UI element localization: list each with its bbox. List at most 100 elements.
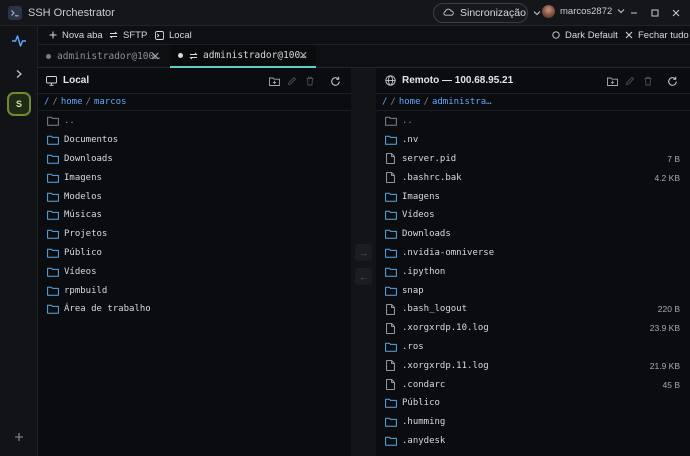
- new-folder-icon[interactable]: [267, 74, 281, 88]
- folder-icon: [384, 135, 397, 146]
- item-name: Músicas: [64, 210, 102, 221]
- toolbar: Nova aba SFTP Local Dark Default Fechar …: [38, 26, 690, 45]
- sync-button[interactable]: Sincronização: [433, 3, 541, 23]
- folder-row[interactable]: .ipython: [384, 262, 690, 281]
- breadcrumb-root[interactable]: /: [382, 97, 387, 107]
- file-row[interactable]: .bashrc.bak 4.2 KB: [384, 168, 690, 187]
- file-row[interactable]: .xorgxrdp.10.log 23.9 KB: [384, 319, 690, 338]
- file-row[interactable]: .bash_logout 220 B: [384, 300, 690, 319]
- folder-row[interactable]: Documentos: [46, 131, 351, 150]
- sftp-label: SFTP: [123, 29, 148, 41]
- item-name: server.pid: [402, 153, 457, 164]
- folder-row[interactable]: .humming: [384, 413, 690, 432]
- folder-row[interactable]: Downloads: [384, 225, 690, 244]
- folder-row[interactable]: Projetos: [46, 225, 351, 244]
- folder-row[interactable]: .nv: [384, 131, 690, 150]
- maximize-icon: [651, 9, 659, 17]
- item-name: .bashrc.bak: [402, 172, 462, 183]
- sftp-button[interactable]: SFTP: [109, 30, 147, 41]
- theme-button[interactable]: Dark Default: [552, 30, 618, 41]
- file-row[interactable]: .xorgxrdp.11.log 21.9 KB: [384, 356, 690, 375]
- folder-row[interactable]: Vídeos: [46, 262, 351, 281]
- remote-breadcrumb: / / home / administra…: [376, 94, 690, 111]
- breadcrumb-root[interactable]: /: [44, 97, 49, 107]
- session-badge[interactable]: S: [7, 92, 31, 116]
- close-icon: [625, 31, 633, 39]
- download-button[interactable]: ←: [355, 268, 372, 285]
- folder-row[interactable]: rpmbuild: [46, 281, 351, 300]
- folder-row[interactable]: Imagens: [384, 187, 690, 206]
- theme-label: Dark Default: [565, 29, 618, 41]
- parent-dir-row[interactable]: ..: [46, 112, 351, 131]
- close-tab-icon[interactable]: ✕: [299, 49, 308, 62]
- folder-row[interactable]: snap: [384, 281, 690, 300]
- local-pane-title: Local: [63, 75, 90, 86]
- chevron-right-icon: [16, 70, 22, 78]
- breadcrumb-current[interactable]: administra…: [432, 97, 492, 107]
- file-icon: [384, 304, 397, 315]
- item-name: rpmbuild: [64, 285, 108, 296]
- folder-icon: [384, 229, 397, 240]
- close-all-button[interactable]: Fechar tudo: [625, 30, 689, 41]
- tab-session-2[interactable]: administrador@100… ✕: [170, 45, 316, 68]
- rename-icon[interactable]: [285, 74, 299, 88]
- remote-pane-header: Remoto — 100.68.95.21: [376, 68, 690, 94]
- item-name: .humming: [402, 417, 446, 428]
- local-file-list: .. Documentos Downloads Imagens Modelos Músic…: [38, 111, 351, 319]
- item-name: .condarc: [402, 379, 446, 390]
- trash-icon[interactable]: [303, 74, 317, 88]
- breadcrumb-sep: /: [85, 97, 91, 107]
- folder-row[interactable]: .anydesk: [384, 432, 690, 451]
- folder-row[interactable]: Downloads: [46, 150, 351, 169]
- new-tab-button[interactable]: Nova aba: [49, 30, 103, 41]
- folder-row[interactable]: Público: [384, 394, 690, 413]
- breadcrumb-sep: /: [52, 97, 58, 107]
- folder-row[interactable]: Modelos: [46, 187, 351, 206]
- folder-row[interactable]: Área de trabalho: [46, 300, 351, 319]
- file-icon: [384, 379, 397, 390]
- folder-icon: [384, 116, 397, 127]
- item-name: Downloads: [64, 153, 113, 164]
- transfer-icon: [189, 52, 198, 59]
- close-tab-icon[interactable]: ✕: [151, 50, 160, 63]
- refresh-icon[interactable]: [328, 74, 342, 88]
- tab-session-1[interactable]: administrador@100… ✕: [38, 45, 168, 68]
- sidebar: S: [0, 26, 38, 456]
- folder-icon: [46, 135, 59, 146]
- file-row[interactable]: server.pid 7 B: [384, 150, 690, 169]
- expand-sidebar-button[interactable]: [9, 64, 29, 84]
- close-icon: [672, 9, 680, 17]
- file-row[interactable]: .condarc 45 B: [384, 375, 690, 394]
- rename-icon[interactable]: [623, 74, 637, 88]
- folder-row[interactable]: .ros: [384, 338, 690, 357]
- local-pane: Local / / home / marcos .. Documentos Down…: [38, 68, 351, 456]
- new-folder-icon[interactable]: [605, 74, 619, 88]
- item-size: 220 B: [657, 304, 680, 315]
- trash-icon[interactable]: [641, 74, 655, 88]
- add-session-button[interactable]: [9, 427, 29, 447]
- folder-row[interactable]: Imagens: [46, 168, 351, 187]
- folder-row[interactable]: Vídeos: [384, 206, 690, 225]
- folder-row[interactable]: Público: [46, 244, 351, 263]
- local-button[interactable]: Local: [155, 30, 192, 41]
- minimize-icon: [631, 12, 637, 14]
- breadcrumb-home[interactable]: home: [399, 97, 421, 107]
- folder-row[interactable]: Músicas: [46, 206, 351, 225]
- item-name: .nvidia-omniverse: [402, 247, 495, 258]
- breadcrumb-home[interactable]: home: [61, 97, 83, 107]
- breadcrumb-current[interactable]: marcos: [94, 97, 127, 107]
- refresh-icon[interactable]: [665, 74, 679, 88]
- tab-bar: administrador@100… ✕ administrador@100… …: [38, 45, 690, 68]
- close-window-button[interactable]: [664, 0, 688, 26]
- upload-button[interactable]: →: [355, 244, 372, 261]
- user-menu[interactable]: marcos2872: [542, 5, 625, 18]
- parent-dir-row[interactable]: ..: [384, 112, 690, 131]
- new-tab-label: Nova aba: [62, 29, 103, 41]
- plus-icon: [49, 31, 57, 39]
- transfer-icon: [109, 31, 118, 39]
- item-size: 4.2 KB: [654, 172, 680, 183]
- close-all-label: Fechar tudo: [638, 29, 689, 41]
- folder-row[interactable]: .nvidia-omniverse: [384, 244, 690, 263]
- activity-button[interactable]: [9, 31, 29, 51]
- activity-icon: [12, 35, 26, 47]
